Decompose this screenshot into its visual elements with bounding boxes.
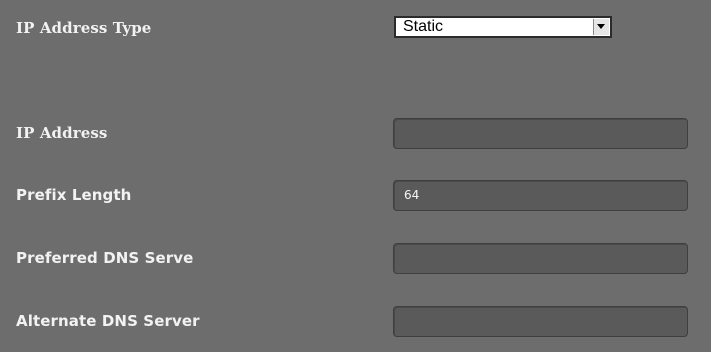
ip-address-type-label: IP Address Type (16, 19, 152, 37)
alternate-dns-label: Alternate DNS Server (16, 312, 200, 330)
ip-address-field[interactable] (393, 118, 688, 149)
network-settings-panel: IP Address Type Static IP Address Prefix… (0, 0, 715, 352)
ip-address-type-select[interactable]: Static (394, 16, 612, 38)
preferred-dns-field[interactable] (393, 243, 688, 274)
ip-address-label: IP Address (16, 124, 108, 142)
chevron-down-icon[interactable] (593, 19, 609, 35)
ip-address-type-selected-value: Static (403, 18, 444, 35)
prefix-length-label: Prefix Length (16, 186, 132, 204)
alternate-dns-field[interactable] (393, 306, 688, 337)
preferred-dns-label: Preferred DNS Serve (16, 249, 194, 267)
prefix-length-field[interactable] (393, 180, 688, 211)
